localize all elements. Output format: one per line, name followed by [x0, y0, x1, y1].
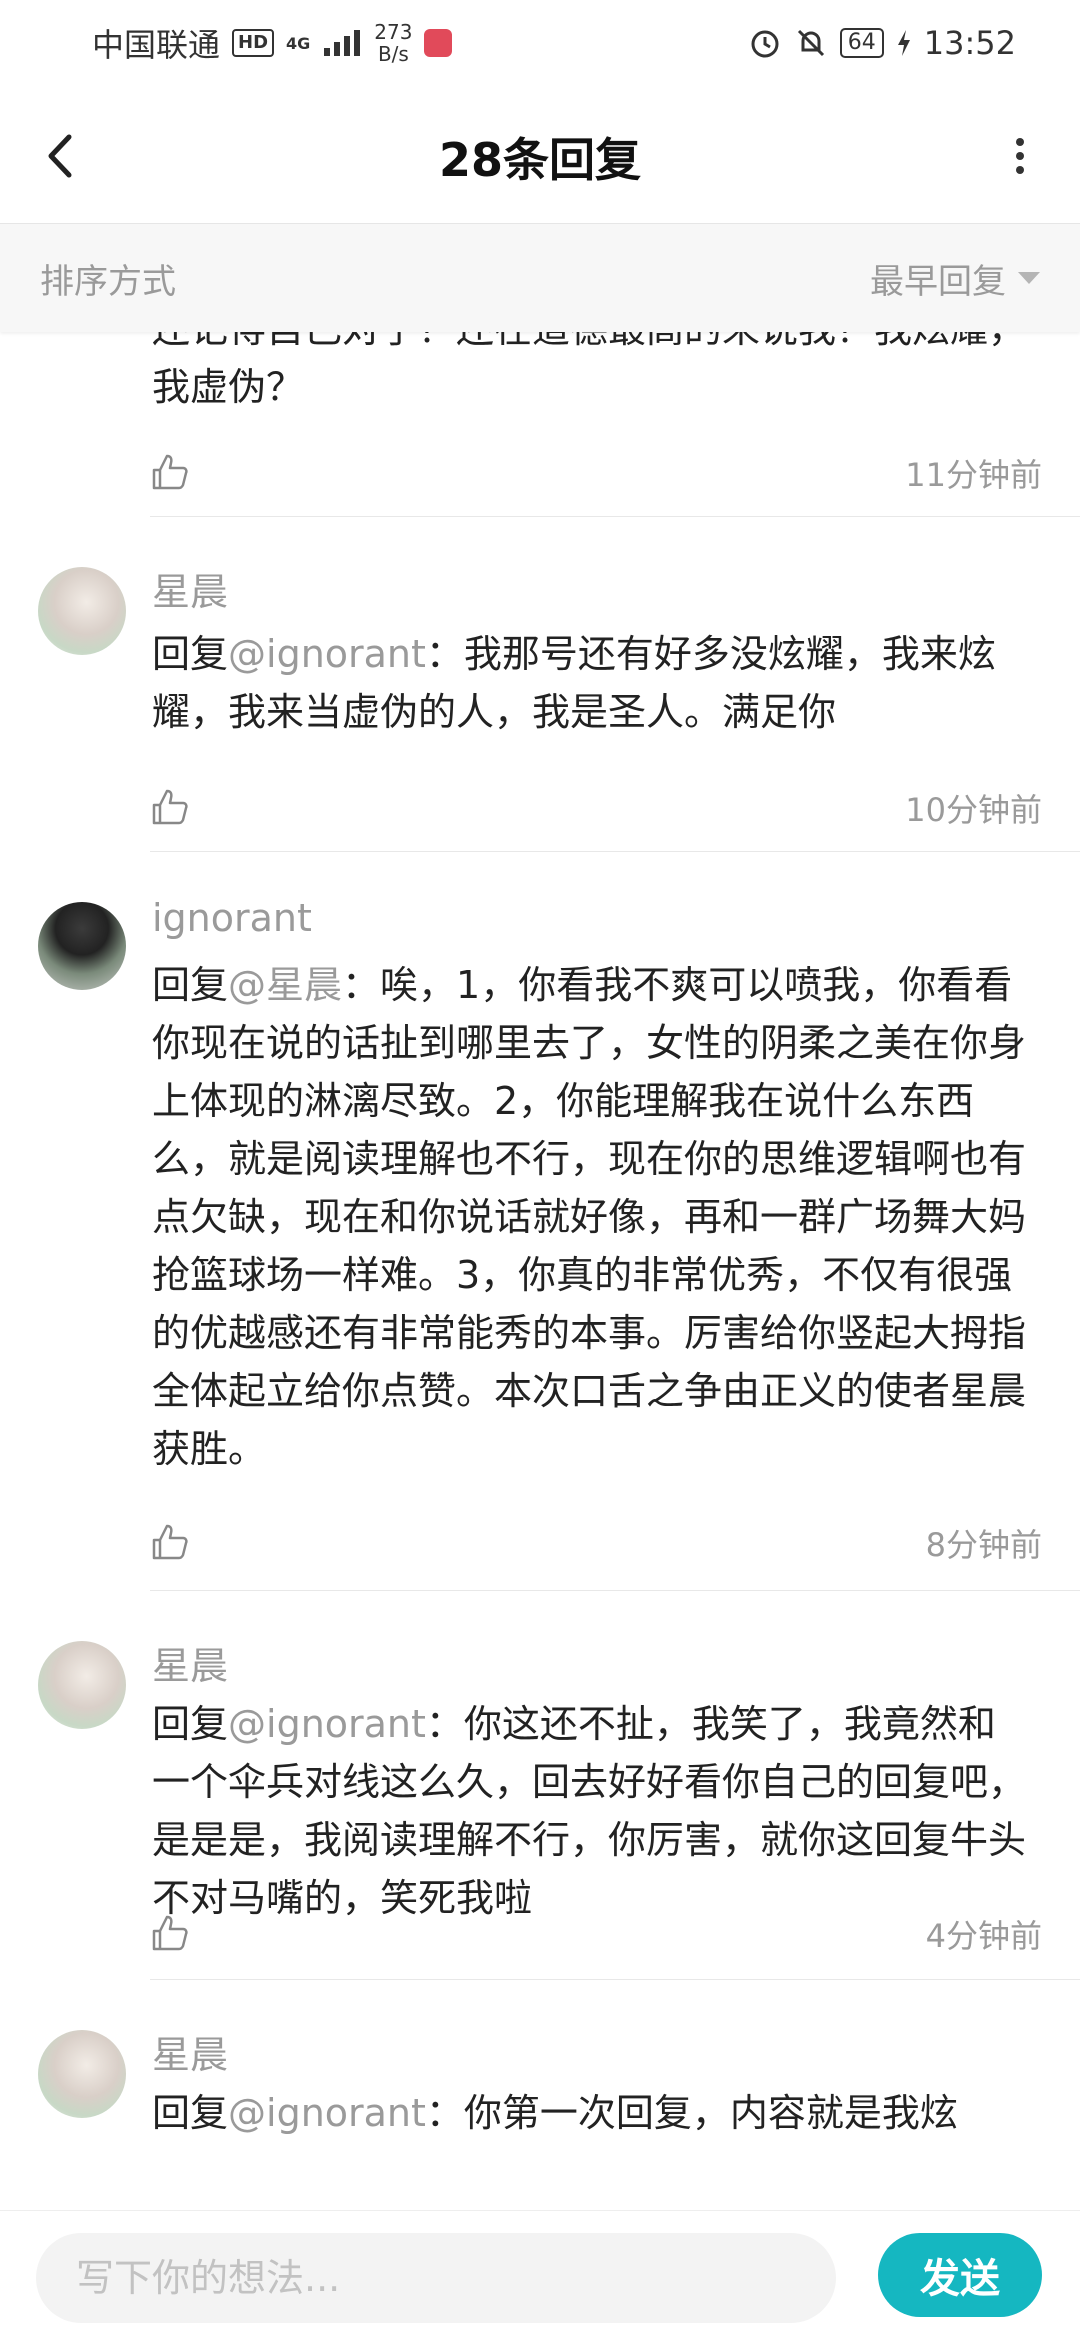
- avatar[interactable]: [38, 2030, 126, 2118]
- divider: [150, 516, 1080, 517]
- alarm-icon: [751, 30, 779, 58]
- comment-input[interactable]: [36, 2233, 836, 2323]
- sort-label: 排序方式: [40, 261, 176, 302]
- comment-input-wrapper: [36, 2233, 836, 2323]
- reply-time: 11分钟前: [905, 456, 1042, 494]
- reply-text: ：唉，1，你看我不爽可以喷我，你看看你现在说的话扯到哪里去了，女性的阴柔之美在你…: [152, 963, 1027, 1471]
- clock: 13:52: [923, 24, 1016, 62]
- reply-time: 10分钟前: [905, 791, 1042, 829]
- network-speed: 273 B/s: [374, 21, 412, 65]
- reply-prefix: 回复: [152, 632, 229, 676]
- send-button[interactable]: 发送: [878, 2233, 1042, 2317]
- divider: [150, 1590, 1080, 1591]
- speed-unit: B/s: [377, 42, 409, 66]
- dropdown-triangle-icon: [1018, 272, 1040, 284]
- avatar[interactable]: [38, 902, 126, 990]
- reply-author[interactable]: 星晨: [152, 1635, 228, 1690]
- reply-content: 回复@ignorant：你第一次回复，内容就是我炫: [152, 2084, 1032, 2142]
- reply-content: 还记得自己对了？还在道德最高的来说我？我炫耀，我虚伪？: [152, 332, 1026, 409]
- network-type: 4G: [286, 33, 311, 53]
- reply-author[interactable]: 星晨: [152, 561, 228, 616]
- page-title: 28条回复: [438, 133, 641, 187]
- sort-dropdown[interactable]: 最早回复: [870, 254, 1040, 303]
- mute-icon: [797, 29, 824, 57]
- reply-text: ：你第一次回复，内容就是我炫: [425, 2091, 958, 2135]
- thumbs-up-icon[interactable]: [150, 452, 190, 492]
- mention-link[interactable]: @ignorant: [228, 1702, 426, 1746]
- reply-prefix: 回复: [152, 1702, 229, 1746]
- mention-link[interactable]: @ignorant: [228, 2091, 426, 2135]
- thumbs-up-icon[interactable]: [150, 1913, 190, 1953]
- more-options-button[interactable]: [990, 126, 1050, 186]
- reply-content: 回复@ignorant：你这还不扯，我笑了，我竟然和一个伞兵对线这么久，回去好好…: [152, 1695, 1032, 1927]
- reply-prefix: 回复: [152, 2091, 229, 2135]
- signal-icon: [324, 30, 361, 56]
- mention-link[interactable]: @ignorant: [228, 632, 426, 676]
- reply-prefix: 回复: [152, 963, 229, 1007]
- status-right: 64 13:52: [748, 24, 1016, 62]
- status-left: 中国联通 HD 4G 273 B/s: [92, 20, 453, 66]
- reply-author[interactable]: 星晨: [152, 2024, 228, 2079]
- carrier-name: 中国联通: [92, 26, 221, 64]
- reply-author[interactable]: ignorant: [152, 896, 312, 940]
- reply-time: 4分钟前: [925, 1917, 1042, 1955]
- more-vertical-icon: [1016, 138, 1024, 174]
- thumbs-up-icon[interactable]: [150, 1522, 190, 1562]
- reply-content: 回复@ignorant：我那号还有好多没炫耀，我来炫耀，我来当虚伪的人，我是圣人…: [152, 625, 1032, 741]
- divider: [150, 851, 1080, 852]
- reply-time: 8分钟前: [925, 1526, 1042, 1564]
- status-bar: 中国联通 HD 4G 273 B/s 64 13:52: [0, 0, 1080, 86]
- app-bar: 28条回复: [0, 86, 1080, 224]
- sort-bar: 排序方式 最早回复: [0, 224, 1080, 332]
- avatar[interactable]: [38, 1641, 126, 1729]
- mention-link[interactable]: @星晨: [228, 963, 342, 1007]
- app-notification-icon: [424, 29, 453, 57]
- thumbs-up-icon[interactable]: [150, 787, 190, 827]
- battery-indicator: 64: [839, 28, 884, 58]
- reply-list[interactable]: 还记得自己对了？还在道德最高的来说我？我炫耀，我虚伪？ 11分钟前 星晨 回复@…: [0, 332, 1080, 2210]
- charging-icon: [897, 30, 910, 56]
- reply-content: 回复@星晨：唉，1，你看我不爽可以喷我，你看看你现在说的话扯到哪里去了，女性的阴…: [152, 956, 1032, 1478]
- divider: [150, 1979, 1080, 1980]
- sort-selected-value: 最早回复: [870, 261, 1006, 302]
- hd-badge: HD: [232, 29, 275, 57]
- speed-value: 273: [374, 20, 413, 44]
- comment-composer: 发送: [0, 2210, 1080, 2340]
- avatar[interactable]: [38, 567, 126, 655]
